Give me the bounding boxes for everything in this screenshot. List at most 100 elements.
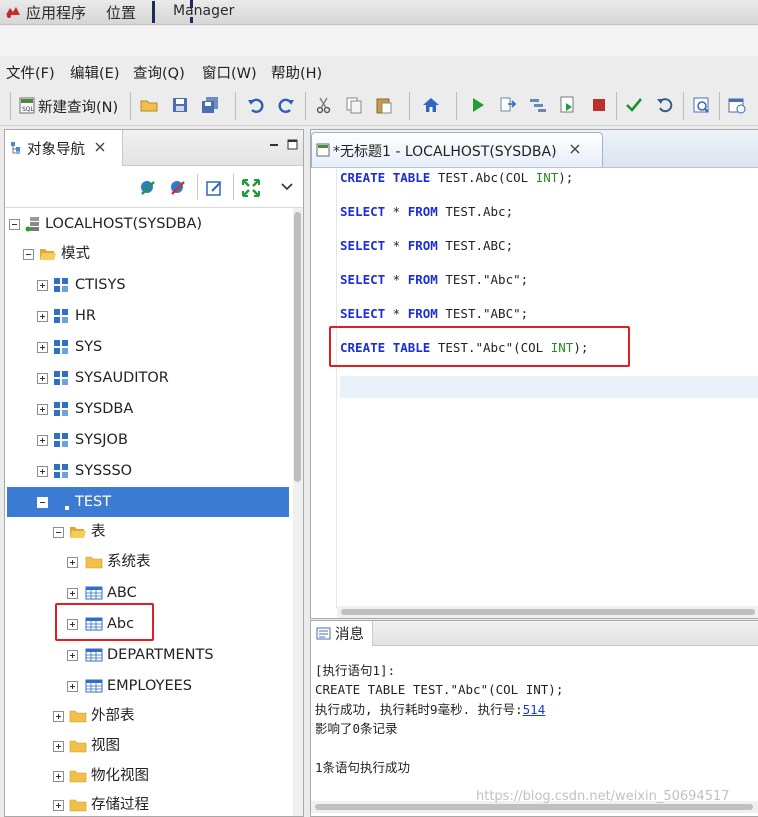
menu-file[interactable]: 文件(F) [6, 62, 55, 83]
sql-text: * [385, 306, 408, 321]
message-text: 执行成功, 执行耗时9毫秒. 执行号: [315, 702, 523, 717]
expand-icon[interactable] [37, 280, 48, 291]
run-script-icon[interactable] [558, 95, 578, 115]
view-menu-icon[interactable] [281, 183, 293, 191]
tree-node-tables[interactable]: 表 [5, 518, 291, 546]
tab-object-navigator[interactable]: 对象导航 [5, 130, 123, 166]
expand-icon[interactable] [67, 588, 78, 599]
disconnect-icon[interactable] [168, 178, 188, 198]
sql-keyword: FROM [407, 306, 438, 321]
save-icon[interactable] [170, 95, 190, 115]
code-line-2: SELECT * FROM TEST.Abc; [340, 202, 513, 222]
expand-icon[interactable] [53, 800, 64, 811]
rollback-icon[interactable] [655, 95, 675, 115]
scrollbar-thumb[interactable] [315, 804, 753, 810]
execution-number-link[interactable]: 514 [523, 702, 546, 717]
expand-icon[interactable] [67, 650, 78, 661]
expand-icon[interactable] [37, 435, 48, 446]
open-folder-icon[interactable] [139, 95, 159, 115]
tree-node-stored-procedures[interactable]: 存储过程 [5, 791, 291, 816]
close-icon[interactable] [95, 142, 105, 152]
sql-text: TEST."Abc"; [437, 272, 529, 287]
expand-icon[interactable] [37, 311, 48, 322]
schema-icon [53, 401, 71, 417]
collapse-icon[interactable] [9, 219, 20, 230]
tab-sql-editor[interactable]: *无标题1 - LOCALHOST(SYSDBA) [311, 132, 603, 167]
expand-icon[interactable] [53, 771, 64, 782]
connect-icon[interactable] [138, 178, 158, 198]
expand-icon[interactable] [37, 404, 48, 415]
sql-type: INT [535, 170, 559, 185]
applications-menu[interactable]: 应用程序 [26, 2, 86, 23]
edit-icon[interactable] [204, 178, 224, 198]
tree-node-sysauditor[interactable]: SYSAUDITOR [5, 364, 291, 392]
tree-node-localhost[interactable]: LOCALHOST(SYSDBA) [5, 210, 291, 238]
tree-node-sys[interactable]: SYS [5, 333, 291, 361]
execute-step-icon[interactable] [498, 95, 518, 115]
menu-edit[interactable]: 编辑(E) [70, 62, 119, 83]
save-all-icon[interactable] [200, 95, 220, 115]
tree-node-table-departments[interactable]: DEPARTMENTS [5, 641, 291, 669]
expand-all-icon[interactable] [241, 178, 261, 198]
expand-icon[interactable] [53, 711, 64, 722]
tree-node-table-employees[interactable]: EMPLOYEES [5, 672, 291, 700]
menu-query[interactable]: 查询(Q) [133, 62, 185, 83]
run-icon[interactable] [468, 95, 488, 115]
collapse-icon[interactable] [37, 497, 48, 508]
code-line-1: CREATE TABLE TEST.Abc(COL INT); [340, 168, 573, 188]
query-history-icon[interactable] [691, 95, 711, 115]
menu-window[interactable]: 窗口(W) [202, 62, 257, 83]
tree-node-hr[interactable]: HR [5, 302, 291, 330]
message-icon [316, 627, 331, 640]
tree-node-sysso[interactable]: SYSSSO [5, 457, 291, 485]
new-query-icon[interactable]: SQL [18, 95, 38, 115]
minimize-icon[interactable] [269, 140, 279, 150]
scheduler-icon[interactable] [727, 95, 747, 115]
app-logo-icon [5, 5, 21, 19]
tree-node-external-tables[interactable]: 外部表 [5, 702, 291, 730]
expand-icon[interactable] [53, 741, 64, 752]
tree-node-sysdba[interactable]: SYSDBA [5, 395, 291, 423]
tree-node-label: SYSSSO [75, 463, 133, 479]
expand-icon[interactable] [67, 681, 78, 692]
collapse-icon[interactable] [53, 527, 64, 538]
close-icon[interactable] [570, 144, 580, 154]
sql-text: TEST.Abc(COL [430, 170, 536, 185]
paste-icon[interactable] [374, 95, 394, 115]
menu-help[interactable]: 帮助(H) [271, 62, 322, 83]
home-icon[interactable] [421, 95, 441, 115]
maximize-icon[interactable] [287, 139, 298, 150]
system-top-bar: 应用程序 位置 Manager [0, 0, 758, 25]
tree-scrollbar[interactable] [293, 208, 303, 816]
tree-node-schemas[interactable]: 模式 [5, 240, 291, 268]
sql-text: * [385, 204, 408, 219]
new-query-button[interactable]: 新建查询(N) [38, 96, 118, 117]
tree-node-label: SYSJOB [75, 432, 128, 448]
tree-node-sysjob[interactable]: SYSJOB [5, 426, 291, 454]
scrollbar-thumb[interactable] [341, 609, 755, 615]
commit-icon[interactable] [624, 95, 644, 115]
stop-icon[interactable] [589, 95, 609, 115]
scrollbar-thumb[interactable] [294, 212, 301, 482]
copy-icon[interactable] [344, 95, 364, 115]
tree-node-system-tables[interactable]: 系统表 [5, 548, 291, 576]
sql-text: * [385, 272, 408, 287]
expand-icon[interactable] [37, 373, 48, 384]
places-menu[interactable]: 位置 [106, 2, 136, 23]
undo-icon[interactable] [246, 95, 266, 115]
main-toolbar: SQL 新建查询(N) [0, 86, 758, 126]
explain-plan-icon[interactable] [528, 95, 548, 115]
sql-code-area[interactable]: CREATE TABLE TEST.Abc(COL INT); SELECT *… [340, 168, 758, 608]
tree-node-test[interactable]: TEST [5, 488, 291, 516]
expand-icon[interactable] [37, 342, 48, 353]
tree-node-ctisys[interactable]: CTISYS [5, 271, 291, 299]
cut-icon[interactable] [314, 95, 334, 115]
tree-node-materialized-views[interactable]: 物化视图 [5, 762, 291, 790]
expand-icon[interactable] [37, 466, 48, 477]
editor-horizontal-scrollbar[interactable] [337, 606, 758, 618]
tab-messages[interactable]: 消息 [311, 621, 373, 646]
redo-icon[interactable] [276, 95, 296, 115]
expand-icon[interactable] [67, 557, 78, 568]
tree-node-views[interactable]: 视图 [5, 732, 291, 760]
collapse-icon[interactable] [23, 249, 34, 260]
